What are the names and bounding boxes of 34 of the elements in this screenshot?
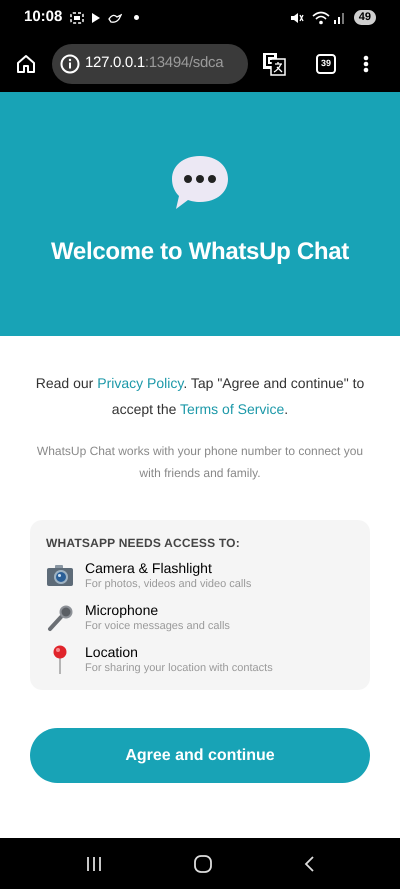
url-text: 127.0.0.1:13494/sdca: [85, 53, 224, 74]
microphone-icon: [46, 604, 74, 632]
permission-subtitle: For photos, videos and video calls: [85, 577, 252, 592]
translate-icon[interactable]: [262, 52, 286, 76]
welcome-title: Welcome to WhatsUp Chat: [50, 237, 349, 267]
permission-subtitle: For voice messages and calls: [85, 619, 230, 634]
pin-icon: [52, 645, 68, 675]
description-text: WhatsUp Chat works with your phone number to connect you with friends and family.: [36, 443, 364, 482]
wifi-icon: [312, 10, 330, 24]
tab-count-button[interactable]: 39: [316, 54, 336, 74]
camera-icon: [46, 564, 74, 588]
screen-record-icon: [70, 12, 84, 24]
permission-title: Microphone: [85, 602, 160, 619]
recent-apps-icon[interactable]: [86, 856, 102, 872]
permissions-heading: WHATSAPP NEEDS ACCESS TO:: [46, 535, 241, 552]
info-icon: [60, 54, 80, 74]
permission-title: Camera & Flashlight: [85, 560, 213, 577]
policy-link[interactable]: Terms of Service: [180, 401, 284, 417]
policy-text: Read our Privacy Policy. Tap "Agree and continue" to accept the Terms of Service.: [34, 374, 366, 419]
policy-link[interactable]: Privacy Policy: [97, 375, 184, 391]
address-bar[interactable]: 127.0.0.1:13494/sdca: [52, 44, 248, 84]
permission-title: Location: [85, 644, 139, 661]
dot-icon: [134, 15, 140, 20]
back-icon[interactable]: [304, 856, 314, 872]
agree-button[interactable]: Agree and continue: [30, 728, 370, 783]
play-icon: [92, 12, 100, 22]
home-button-icon[interactable]: [194, 854, 212, 872]
status-time: 10:08: [24, 7, 62, 28]
more-icon[interactable]: [363, 54, 369, 72]
mute-icon: [290, 12, 304, 24]
home-icon[interactable]: [16, 54, 36, 74]
battery-level: 49: [354, 10, 376, 25]
signal-icon: [334, 12, 346, 24]
permission-subtitle: For sharing your location with contacts: [85, 661, 273, 676]
